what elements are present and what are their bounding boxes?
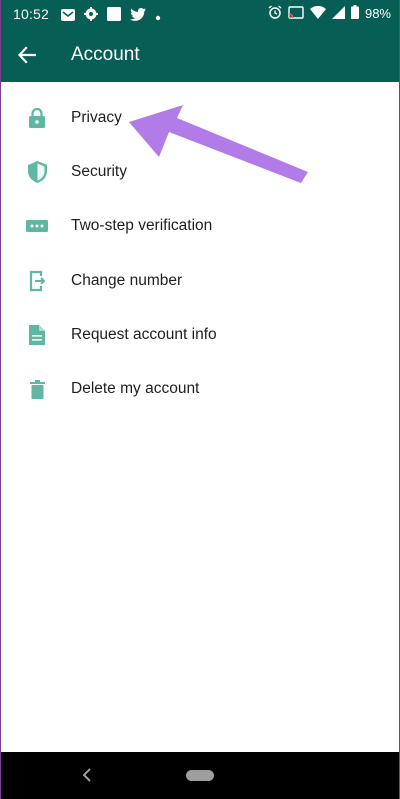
menu-item-request-account-info[interactable]: Request account info — [1, 308, 399, 362]
menu-item-privacy[interactable]: Privacy — [1, 91, 399, 145]
app-bar: Account — [1, 28, 399, 82]
status-bar: 10:52 98% — [1, 0, 399, 28]
screen: 10:52 98% Account Privacy Security Two-s… — [1, 0, 399, 799]
password-dots-icon — [25, 214, 49, 238]
menu-item-label: Security — [71, 163, 127, 181]
home-pill-icon[interactable] — [186, 770, 214, 781]
status-left-icons — [61, 7, 161, 26]
account-menu: Privacy Security Two-step verification C… — [1, 91, 399, 416]
status-time: 10:52 — [13, 6, 50, 22]
dot-icon — [155, 8, 161, 26]
cast-icon — [288, 5, 304, 22]
lock-icon — [25, 106, 49, 130]
email-icon — [61, 8, 75, 26]
phone-exit-icon — [25, 269, 49, 293]
menu-item-security[interactable]: Security — [1, 145, 399, 199]
nav-back-button[interactable] — [77, 764, 97, 786]
status-right: 98% — [268, 5, 391, 22]
menu-item-change-number[interactable]: Change number — [1, 254, 399, 308]
battery-percent: 98% — [364, 6, 391, 21]
arrow-left-icon — [18, 46, 36, 64]
signal-icon — [331, 5, 345, 22]
menu-item-label: Change number — [71, 271, 183, 289]
menu-item-label: Privacy — [71, 109, 122, 127]
wifi-icon — [309, 5, 326, 22]
twitter-icon — [130, 7, 146, 26]
menu-item-label: Delete my account — [71, 380, 200, 398]
page-title: Account — [71, 44, 140, 65]
menu-item-two-step-verification[interactable]: Two-step verification — [1, 199, 399, 253]
trash-icon — [25, 377, 49, 401]
menu-item-label: Two-step verification — [71, 217, 213, 235]
back-button[interactable] — [13, 41, 41, 69]
alarm-icon — [268, 5, 282, 22]
shield-icon — [25, 160, 49, 184]
settings-icon — [84, 7, 98, 26]
menu-item-label: Request account info — [71, 325, 217, 343]
document-icon — [25, 323, 49, 347]
square-icon — [107, 7, 121, 26]
battery-icon — [350, 5, 359, 22]
menu-item-delete-my-account[interactable]: Delete my account — [1, 362, 399, 416]
navigation-bar — [1, 752, 399, 799]
chevron-left-icon — [82, 768, 91, 782]
